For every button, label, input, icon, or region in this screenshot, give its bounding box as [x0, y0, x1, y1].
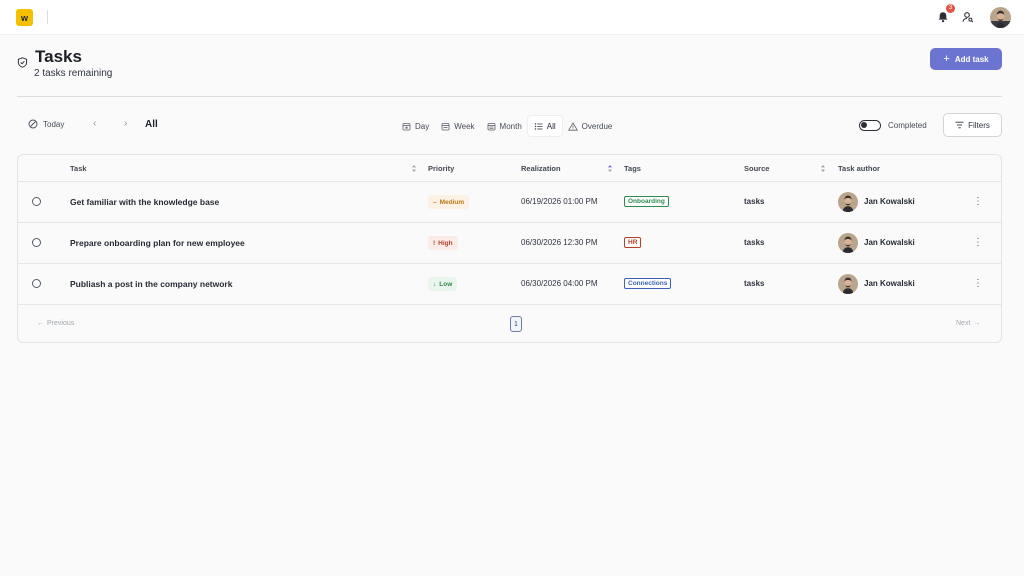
sort-icon[interactable] — [607, 164, 613, 173]
add-task-button[interactable]: + Add task — [930, 48, 1002, 70]
completed-toggle[interactable] — [859, 120, 881, 131]
next-page-button[interactable]: Next → — [956, 320, 980, 327]
priority-badge: ! High — [428, 236, 458, 250]
previous-page-button[interactable]: ← Previous — [37, 320, 74, 327]
list-icon — [534, 122, 543, 130]
source-label: tasks — [744, 279, 765, 288]
column-tags[interactable]: Tags — [624, 164, 641, 173]
filter-lines-icon — [955, 121, 964, 129]
clock-icon — [28, 119, 38, 129]
view-overdue[interactable]: Overdue — [562, 116, 619, 136]
next-label: Next — [956, 320, 971, 327]
topbar-divider — [47, 10, 48, 24]
complete-radio[interactable] — [32, 238, 41, 247]
more-options-icon[interactable]: ⋮ — [973, 195, 983, 209]
complete-radio[interactable] — [32, 197, 41, 206]
filters-label: Filters — [968, 120, 990, 130]
view-all-label: All — [546, 121, 556, 131]
author-name: Jan Kowalski — [864, 279, 915, 288]
header-divider — [17, 96, 1002, 97]
column-task[interactable]: Task — [70, 164, 87, 173]
app-logo[interactable]: w — [16, 9, 33, 26]
author-avatar — [838, 274, 858, 294]
view-switcher: Day Week Month All Overdue — [396, 116, 618, 136]
user-avatar[interactable] — [990, 7, 1011, 28]
view-week[interactable]: Week — [435, 116, 480, 136]
author-name: Jan Kowalski — [864, 197, 915, 206]
priority-badge: – Medium — [428, 195, 470, 209]
chevron-right-icon[interactable]: › — [124, 118, 127, 129]
chevron-left-icon[interactable]: ‹ — [93, 118, 96, 129]
realization-date: 06/19/2026 01:00 PM — [521, 197, 598, 206]
toggle-knob — [861, 122, 867, 128]
top-bar: w 3 — [0, 0, 1024, 35]
view-month-label: Month — [499, 121, 522, 131]
priority-label: Low — [439, 280, 453, 288]
more-options-icon[interactable]: ⋮ — [973, 236, 983, 250]
table-row[interactable]: Get familiar with the knowledge base – M… — [18, 182, 1001, 223]
user-search-icon[interactable] — [962, 11, 974, 23]
source-label: tasks — [744, 197, 765, 206]
view-day[interactable]: Day — [396, 116, 435, 136]
complete-radio[interactable] — [32, 279, 41, 288]
calendar-week-icon — [441, 122, 450, 130]
table-row[interactable]: Publiash a post in the company network ↓… — [18, 264, 1001, 305]
table-row[interactable]: Prepare onboarding plan for new employee… — [18, 223, 1001, 264]
column-priority[interactable]: Priority — [428, 164, 454, 173]
author-avatar — [838, 233, 858, 253]
task-check-icon — [17, 57, 28, 68]
column-task-author[interactable]: Task author — [838, 164, 880, 173]
view-all[interactable]: All — [527, 116, 562, 136]
filters-button[interactable]: Filters — [943, 113, 1002, 137]
calendar-month-icon — [487, 122, 495, 130]
priority-high-icon: ! — [433, 239, 436, 247]
task-name[interactable]: Publiash a post in the company network — [70, 279, 232, 289]
tag-badge[interactable]: Onboarding — [624, 196, 669, 207]
tag-badge[interactable]: HR — [624, 237, 642, 248]
priority-label: High — [438, 239, 453, 247]
realization-date: 06/30/2026 04:00 PM — [521, 279, 598, 288]
notification-badge: 3 — [946, 4, 955, 13]
sort-icon[interactable] — [411, 164, 417, 173]
priority-badge: ↓ Low — [428, 277, 458, 291]
page-title: Tasks — [35, 47, 82, 66]
warning-icon — [567, 121, 578, 131]
realization-date: 06/30/2026 12:30 PM — [521, 238, 598, 247]
tag-badge[interactable]: Connections — [624, 278, 672, 289]
sort-icon[interactable] — [820, 164, 826, 173]
plus-icon: + — [943, 52, 950, 65]
arrow-right-icon: → — [973, 320, 981, 327]
calendar-day-icon — [402, 122, 411, 130]
tasks-remaining: 2 tasks remaining — [34, 68, 113, 79]
column-source[interactable]: Source — [744, 164, 769, 173]
view-overdue-label: Overdue — [581, 121, 613, 131]
completed-label: Completed — [888, 121, 927, 130]
view-week-label: Week — [454, 121, 475, 131]
column-realization[interactable]: Realization — [521, 164, 561, 173]
page-button-current[interactable]: 1 — [510, 316, 522, 332]
logo-letter: w — [20, 12, 28, 23]
author-name: Jan Kowalski — [864, 238, 915, 247]
bell-icon[interactable] — [937, 11, 949, 23]
task-name[interactable]: Get familiar with the knowledge base — [70, 197, 219, 207]
more-options-icon[interactable]: ⋮ — [973, 277, 983, 291]
priority-low-icon: ↓ — [433, 280, 437, 288]
author-avatar — [838, 192, 858, 212]
add-task-label: Add task — [954, 54, 989, 64]
arrow-left-icon: ← — [37, 320, 44, 327]
source-label: tasks — [744, 238, 765, 247]
view-day-label: Day — [415, 121, 430, 131]
task-name[interactable]: Prepare onboarding plan for new employee — [70, 238, 245, 248]
table-header: Task Priority Realization Tags Source Ta… — [18, 155, 1001, 182]
today-button[interactable]: Today — [28, 119, 64, 129]
tasks-table: Task Priority Realization Tags Source Ta… — [17, 154, 1002, 343]
current-range-label: All — [145, 119, 158, 130]
today-label: Today — [43, 119, 65, 129]
priority-label: Medium — [439, 198, 465, 206]
view-month[interactable]: Month — [481, 116, 528, 136]
previous-label: Previous — [47, 320, 75, 327]
priority-medium-icon: – — [433, 198, 437, 206]
